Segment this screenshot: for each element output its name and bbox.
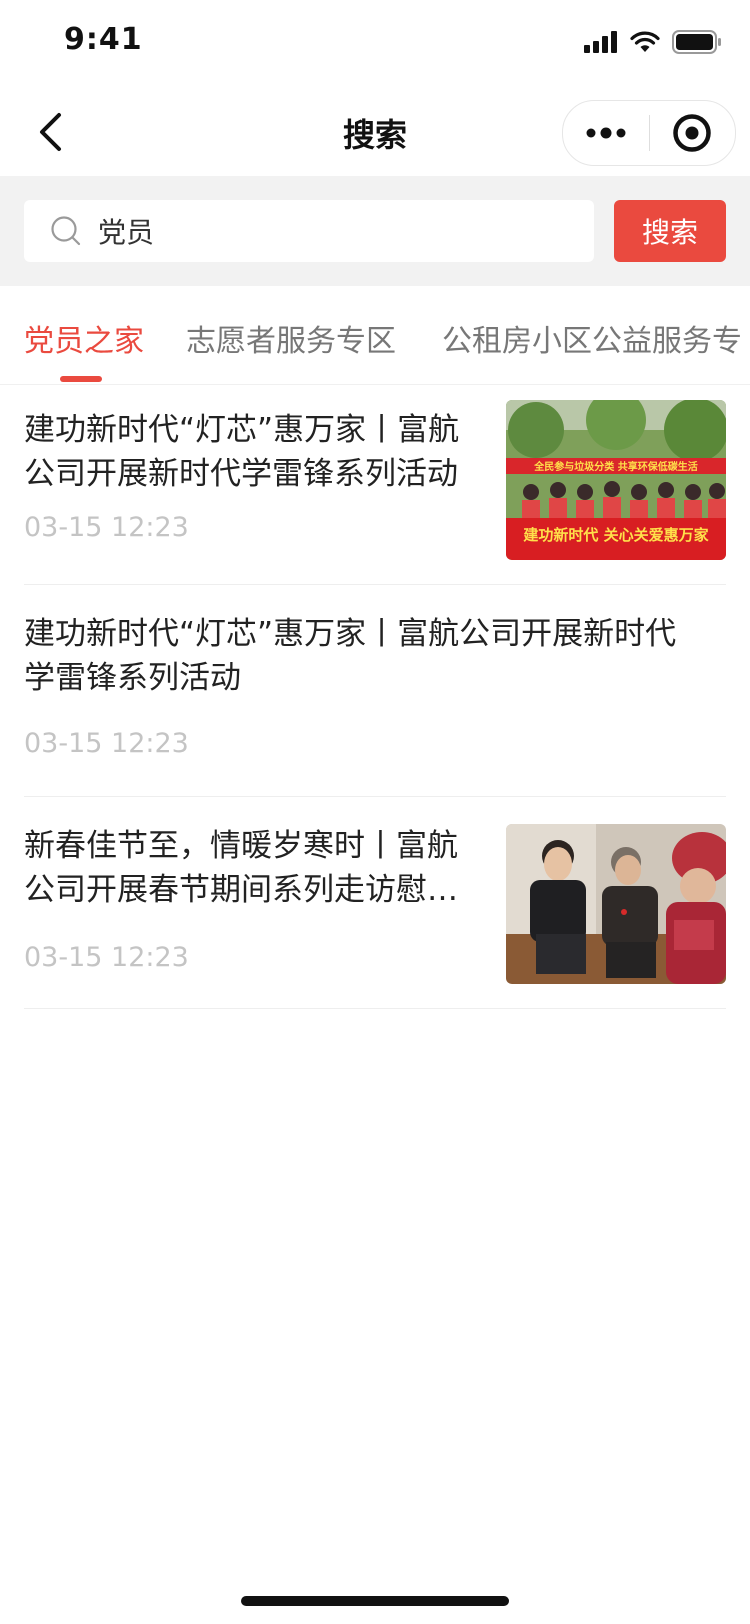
signal-icon [584, 31, 617, 53]
article-title: 新春佳节至，情暖岁寒时丨富航公司开展春节期间系列走访慰问活动 [24, 828, 458, 908]
status-bar: 9:41 [0, 0, 750, 88]
article-date: 03-15 12:23 [24, 728, 189, 759]
article-title: 建功新时代“灯芯”惠万家丨富航公司开展新时代学雷锋系列活动 [24, 412, 460, 492]
article-item[interactable]: 建功新时代“灯芯”惠万家丨富航公司开展新时代学雷锋系列活动 03-15 12:2… [24, 584, 726, 797]
active-tab-indicator [60, 376, 102, 382]
mini-program-capsule [562, 100, 736, 166]
article-item[interactable]: 新春佳节至，情暖岁寒时丨富航公司开展春节期间系列走访慰问活动 03-15 12:… [24, 796, 726, 1009]
article-date: 03-15 12:23 [24, 512, 189, 543]
article-thumbnail: 全民参与垃圾分类 共享环保低碳生活 建功新时代 关心关爱惠万家 [506, 400, 726, 560]
category-tabs: 党员之家 志愿者服务专区 公租房小区公益服务专 [0, 286, 750, 385]
article-title: 建功新时代“灯芯”惠万家丨富航公司开展新时代学雷锋系列活动 [24, 616, 677, 696]
target-close-icon [673, 114, 711, 152]
home-indicator [241, 1596, 509, 1606]
wifi-icon [630, 31, 660, 52]
close-mini-program-button[interactable] [650, 101, 734, 165]
search-icon [48, 213, 84, 249]
banner-text-top: 全民参与垃圾分类 共享环保低碳生活 [533, 460, 697, 473]
search-button[interactable]: 搜索 [614, 200, 726, 262]
tab-public-rental-service[interactable]: 公租房小区公益服务专 [442, 316, 742, 360]
banner-text-main: 建功新时代 关心关爱惠万家 [523, 526, 708, 544]
status-time: 9:41 [64, 22, 143, 57]
search-input[interactable] [96, 213, 540, 249]
search-box[interactable] [24, 200, 594, 262]
nav-bar: 搜索 [0, 88, 750, 176]
status-icons [584, 30, 722, 54]
article-date: 03-15 12:23 [24, 942, 189, 973]
search-area: 搜索 [0, 176, 750, 286]
tab-volunteer-service[interactable]: 志愿者服务专区 [186, 316, 396, 360]
article-thumbnail [506, 824, 726, 984]
more-button[interactable] [563, 101, 649, 165]
tab-party-members-home[interactable]: 党员之家 [24, 316, 144, 360]
battery-icon [672, 30, 721, 54]
article-item[interactable]: 建功新时代“灯芯”惠万家丨富航公司开展新时代学雷锋系列活动 03-15 12:2… [24, 384, 726, 585]
more-dots-icon [586, 127, 626, 139]
